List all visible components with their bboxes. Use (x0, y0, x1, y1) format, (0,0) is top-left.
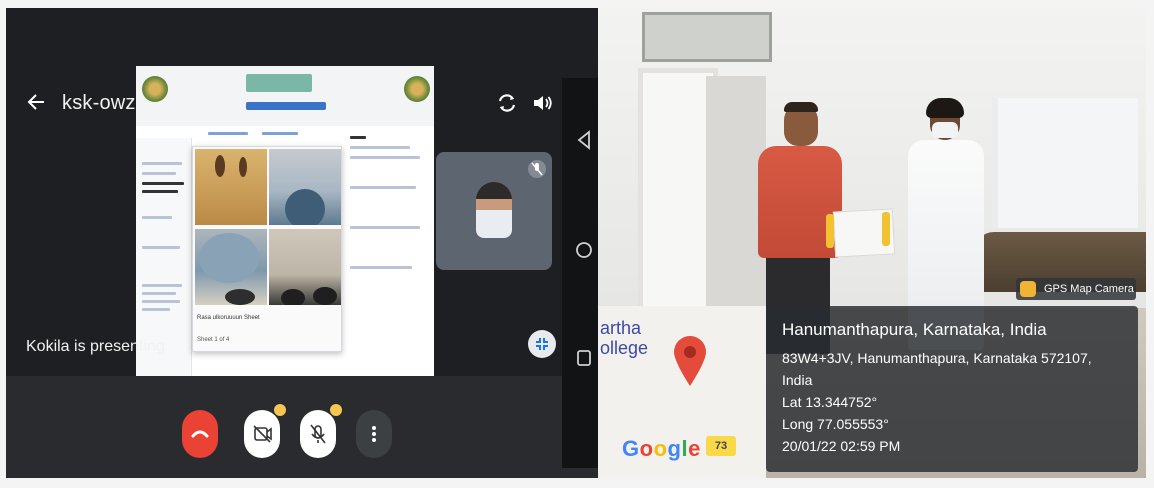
camera-toggle-button[interactable] (244, 404, 286, 458)
camera-rotate-icon[interactable] (494, 90, 520, 116)
ceiling-light (642, 12, 772, 62)
map-thumbnail: artha ollege 73 Google (598, 306, 766, 478)
camera-off-icon (253, 425, 272, 443)
window (992, 98, 1138, 228)
nav-back-icon[interactable] (572, 128, 596, 152)
latitude: Lat 13.344752° (782, 394, 878, 410)
site-banner (246, 74, 312, 92)
country-line: India (782, 372, 813, 388)
location-title: Hanumanthapura, Karnataka, India (782, 320, 1047, 339)
call-controls (6, 376, 600, 478)
emblem-right (404, 76, 430, 102)
participant-video (476, 182, 512, 238)
gallery-image-2 (269, 149, 341, 225)
mic-off-icon (528, 160, 546, 178)
door (706, 76, 766, 316)
notification-dot (274, 404, 286, 416)
timestamp: 20/01/22 02:59 PM (782, 438, 901, 454)
image-gallery-popup: Rasa ulkoruuuun Sheet Sheet 1 of 4 (192, 146, 342, 352)
minimize-icon[interactable] (528, 330, 556, 358)
road-number: 73 (706, 436, 736, 456)
ribbon (826, 214, 834, 248)
nav-recent-icon[interactable] (572, 346, 596, 370)
speaker-icon[interactable] (530, 90, 556, 116)
longitude: Long 77.055553° (782, 416, 889, 432)
map-place-label: artha ollege (600, 318, 649, 358)
shared-screen: Rasa ulkoruuuun Sheet Sheet 1 of 4 (136, 66, 434, 376)
gps-camera-tag: GPS Map Camera (1016, 278, 1136, 300)
gps-camera-icon (1020, 281, 1036, 297)
composite-image: ksk-owzu-tzi Rasa ulkoruuuun Sheet Sheet… (0, 0, 1154, 488)
android-nav-bar (562, 78, 600, 468)
notification-dot (330, 404, 342, 416)
presenter-status: Kokila is presenting (26, 338, 165, 355)
more-options-icon (372, 426, 376, 442)
shared-screen-header (136, 66, 434, 126)
back-arrow-icon[interactable] (26, 92, 46, 112)
mic-toggle-button[interactable] (300, 404, 342, 458)
emblem-left (142, 76, 168, 102)
end-call-button[interactable] (182, 410, 218, 458)
geo-info-panel: Hanumanthapura, Karnataka, India 83W4+3J… (766, 306, 1138, 472)
gps-photo: GPS Map Camera artha ollege 73 Google Han… (598, 8, 1146, 478)
gallery-image-3 (195, 229, 267, 305)
gps-camera-label: GPS Map Camera (1044, 283, 1134, 295)
address-line: 83W4+3JV, Hanumanthapura, Karnataka 5721… (782, 350, 1092, 366)
more-options-button[interactable] (356, 410, 392, 458)
google-logo: Google (622, 436, 701, 461)
nav-home-icon[interactable] (572, 238, 596, 262)
mic-off-icon (310, 424, 326, 444)
gallery-page-indicator: Sheet 1 of 4 (197, 337, 230, 343)
site-search-bar (246, 102, 326, 110)
ribbon (882, 212, 890, 246)
participant-tile[interactable] (436, 152, 552, 270)
video-call-screen: ksk-owzu-tzi Rasa ulkoruuuun Sheet Sheet… (6, 8, 600, 478)
gallery-image-4 (269, 229, 341, 305)
gallery-caption: Rasa ulkoruuuun Sheet (197, 315, 260, 321)
gallery-image-1 (195, 149, 267, 225)
map-pin-icon (670, 332, 710, 388)
